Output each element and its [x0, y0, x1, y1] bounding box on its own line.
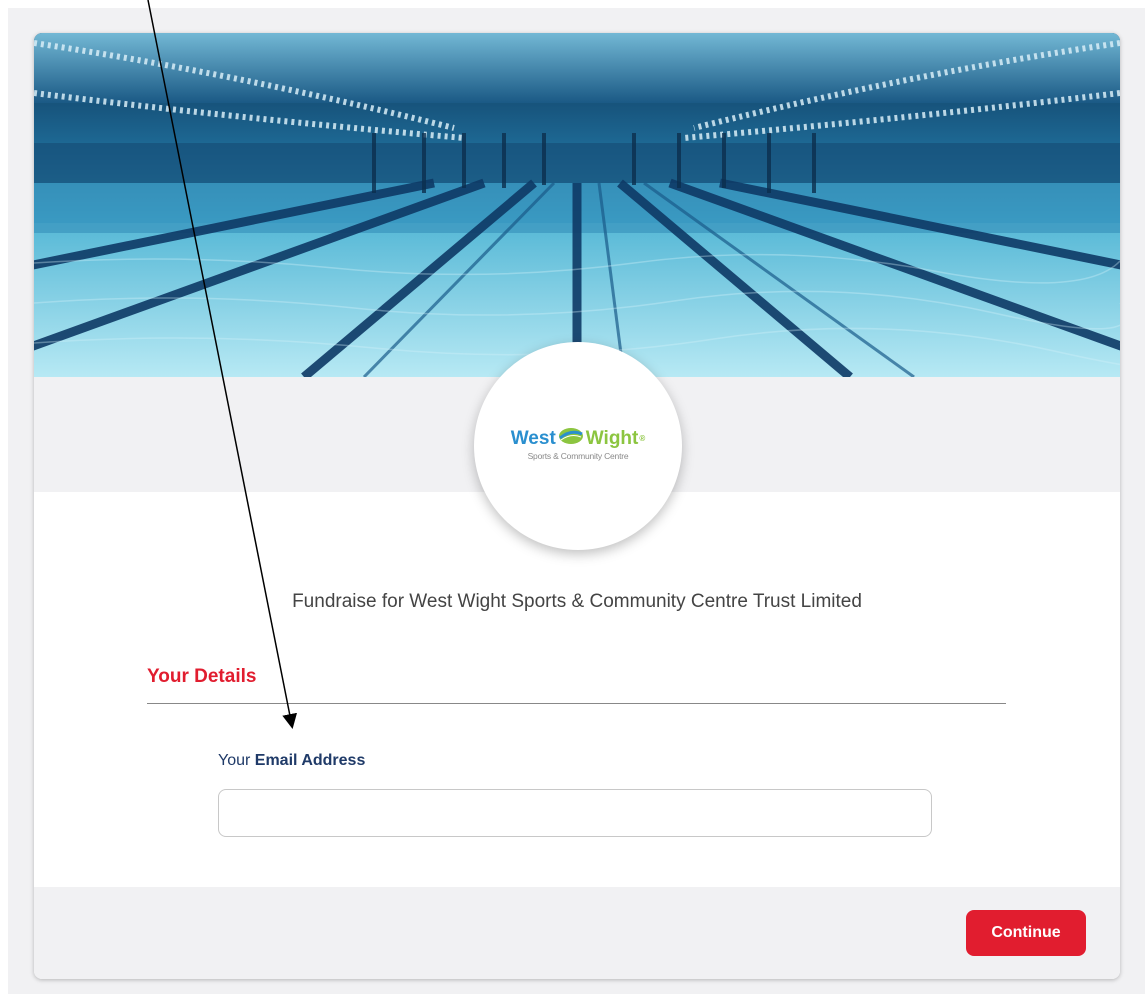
- hero-image: [34, 33, 1120, 377]
- logo-west-text: West: [510, 427, 556, 449]
- email-label-prefix: Your: [218, 752, 251, 769]
- logo-subtitle: Sports & Community Centre: [527, 451, 629, 461]
- email-label-strong: Email Address: [254, 752, 366, 769]
- continue-button[interactable]: Continue: [966, 910, 1086, 956]
- page-title: Fundraise for West Wight Sports & Commun…: [292, 591, 862, 612]
- section-divider: [147, 703, 1006, 704]
- logo-registered-mark: ®: [639, 433, 646, 443]
- organisation-logo: West Wight ® Sports & Community Centre: [474, 342, 682, 550]
- section-title-your-details: Your Details: [147, 666, 257, 687]
- pool-illustration: [34, 33, 1120, 377]
- logo-wordmark: West Wight ®: [510, 427, 646, 450]
- tennis-ball-icon: [558, 427, 584, 450]
- email-field[interactable]: [218, 789, 932, 837]
- email-field-label: Your Email Address: [218, 752, 365, 770]
- fundraise-card: West Wight ® Sports & Community Centre F…: [34, 33, 1120, 979]
- card-footer: [34, 887, 1120, 979]
- logo-wight-text: Wight: [585, 427, 639, 449]
